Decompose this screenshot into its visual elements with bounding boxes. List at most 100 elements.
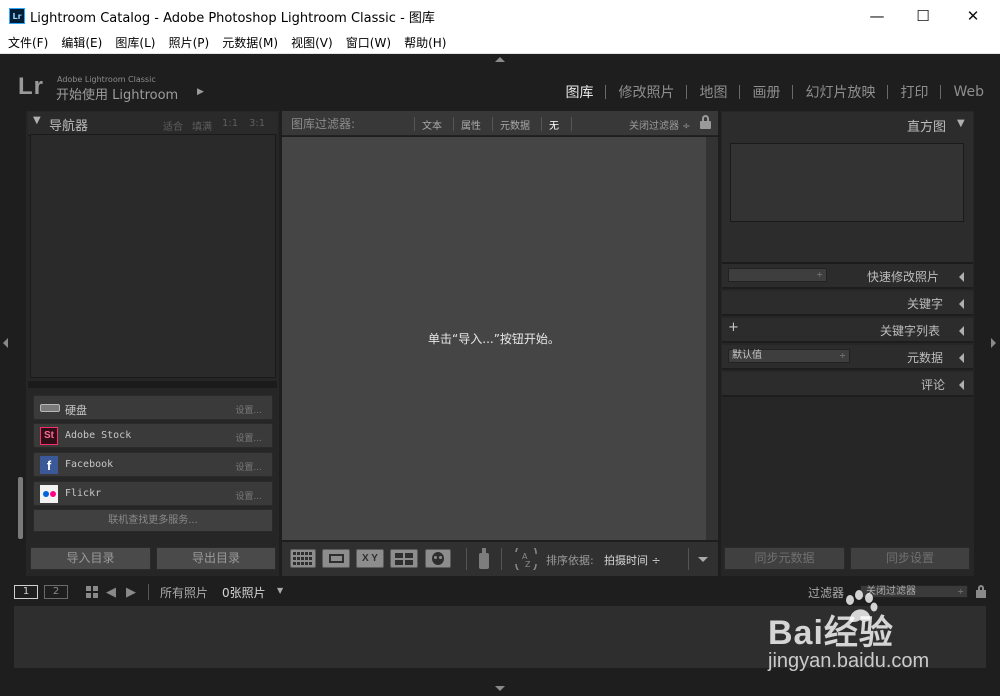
filter-text[interactable]: 文本 [422, 117, 442, 132]
zoom-1-1[interactable]: 1:1 [222, 118, 238, 129]
sort-order-dropdown[interactable]: 拍摄时间 ÷ [604, 552, 661, 568]
quick-develop-title: 快速修改照片 [867, 270, 940, 284]
menu-library[interactable]: 图库(L) [111, 32, 159, 54]
close-button[interactable]: ✕ [950, 0, 996, 32]
menu-help[interactable]: 帮助(H) [400, 32, 450, 54]
filter-none[interactable]: 无 [549, 117, 559, 132]
quick-develop-preset-dropdown[interactable]: ÷ [728, 268, 827, 282]
zoom-fit[interactable]: 适合 [163, 118, 183, 133]
filmstrip-lock-icon[interactable] [976, 585, 986, 598]
survey-view-icon[interactable] [390, 549, 418, 568]
forward-arrow-icon[interactable]: ▶ [126, 585, 136, 600]
grid-shortcut-icon[interactable] [86, 586, 99, 599]
toolbar-separator [466, 548, 467, 570]
import-button[interactable]: 导入目录 [30, 547, 151, 570]
filter-attribute[interactable]: 属性 [461, 117, 481, 132]
publish-service-hard-drive[interactable]: 硬盘 设置... [33, 395, 273, 420]
export-button[interactable]: 导出目录 [156, 547, 276, 570]
get-started-arrow-icon[interactable]: ▶ [197, 87, 204, 97]
filter-metadata[interactable]: 元数据 [500, 117, 530, 132]
left-panel-toggle-icon[interactable] [3, 338, 8, 348]
publish-service-name: Adobe Stock [65, 430, 132, 441]
navigator-title: 导航器 [49, 119, 89, 134]
quick-develop-expand-icon[interactable] [959, 272, 964, 282]
keyword-list-expand-icon[interactable] [959, 326, 964, 336]
module-map[interactable]: 地图 [687, 82, 739, 102]
metadata-preset-dropdown[interactable]: 默认值 ÷ [728, 349, 850, 363]
histogram-chart[interactable] [730, 143, 964, 222]
menu-view[interactable]: 视图(V) [287, 32, 337, 54]
grid-scrollbar[interactable] [706, 137, 718, 540]
metadata-preset-value: 默认值 [732, 350, 762, 361]
publish-service-setup[interactable]: 设置... [235, 403, 262, 416]
grid-view-icon[interactable] [290, 549, 316, 568]
right-panel-toggle-icon[interactable] [991, 338, 996, 348]
publish-service-name: 硬盘 [65, 404, 87, 417]
compare-view-icon[interactable]: X Y [356, 549, 384, 568]
publish-service-setup[interactable]: 设置... [235, 489, 262, 502]
navigator-preview[interactable] [30, 134, 276, 378]
filmstrip-toggle-icon[interactable] [495, 686, 505, 691]
sync-metadata-button[interactable]: 同步元数据 [724, 547, 845, 570]
filter-separator [571, 117, 572, 131]
second-window-button[interactable]: 2 [44, 585, 68, 599]
publish-service-facebook[interactable]: f Facebook 设置... [33, 452, 273, 477]
module-picker: 图库 修改照片 地图 画册 幻灯片放映 打印 Web [553, 82, 986, 102]
maximize-button[interactable]: ☐ [900, 0, 946, 32]
publish-service-adobe-stock[interactable]: St Adobe Stock 设置... [33, 423, 273, 448]
module-book[interactable]: 画册 [740, 82, 792, 102]
back-arrow-icon[interactable]: ◀ [106, 585, 116, 600]
histogram-toggle-icon[interactable]: ▼ [957, 118, 965, 129]
sync-settings-button[interactable]: 同步设置 [850, 547, 970, 570]
zoom-3-1[interactable]: 3:1 [249, 118, 265, 129]
publish-service-setup[interactable]: 设置... [235, 431, 262, 444]
publish-service-setup[interactable]: 设置... [235, 460, 262, 473]
module-develop[interactable]: 修改照片 [606, 82, 686, 102]
publish-service-name: Facebook [65, 459, 114, 470]
toolbar-separator [688, 548, 689, 570]
get-started-label[interactable]: 开始使用 Lightroom [56, 84, 178, 103]
keywording-expand-icon[interactable] [959, 299, 964, 309]
add-keyword-icon[interactable]: + [728, 320, 739, 335]
minimize-button[interactable]: — [854, 0, 900, 32]
filter-separator [414, 117, 415, 131]
module-library[interactable]: 图库 [553, 82, 605, 102]
metadata-expand-icon[interactable] [959, 353, 964, 363]
adobe-stock-icon: St [40, 427, 58, 445]
histogram-title: 直方图 [907, 120, 947, 135]
empty-catalog-message: 单击“导入...”按钮开始。 [428, 332, 560, 346]
navigator-toggle-icon[interactable]: ▼ [33, 115, 41, 126]
toolbar-options-icon[interactable] [698, 557, 708, 562]
loupe-view-icon[interactable] [322, 549, 350, 568]
left-panel-scrollbar[interactable] [18, 477, 23, 539]
comments-expand-icon[interactable] [959, 380, 964, 390]
filter-separator [541, 117, 542, 131]
filmstrip-source[interactable]: 所有照片 [160, 584, 208, 601]
top-panel-toggle-icon[interactable] [495, 57, 505, 62]
zoom-fill[interactable]: 填满 [192, 118, 212, 133]
filter-separator [453, 117, 454, 131]
filmstrip-photo-count: 0张照片 [222, 586, 266, 600]
module-slideshow[interactable]: 幻灯片放映 [793, 82, 887, 102]
menu-metadata[interactable]: 元数据(M) [218, 32, 282, 54]
publish-service-flickr[interactable]: Flickr 设置... [33, 481, 273, 506]
module-print[interactable]: 打印 [888, 82, 940, 102]
main-window-button[interactable]: 1 [14, 585, 38, 599]
people-view-icon[interactable] [425, 549, 451, 568]
menu-photo[interactable]: 照片(P) [165, 32, 214, 54]
metadata-title: 元数据 [907, 351, 944, 365]
module-web[interactable]: Web [941, 84, 986, 100]
sort-direction-icon[interactable]: A Z [512, 542, 540, 575]
filter-preset-dropdown[interactable]: 关闭过滤器 ÷ [629, 117, 691, 132]
painter-spray-icon[interactable] [478, 548, 490, 570]
window-title: Lightroom Catalog - Adobe Photoshop Ligh… [30, 11, 435, 26]
find-more-services-button[interactable]: 联机查找更多服务... [33, 509, 273, 532]
keyword-list-title: 关键字列表 [880, 324, 941, 338]
filter-lock-icon[interactable] [700, 115, 711, 130]
filmstrip-source-dropdown-icon[interactable]: ▼ [277, 586, 283, 595]
menu-window[interactable]: 窗口(W) [342, 32, 395, 54]
menu-file[interactable]: 文件(F) [4, 32, 52, 54]
watermark-brand: Bai经验 [768, 614, 894, 652]
menu-edit[interactable]: 编辑(E) [57, 32, 106, 54]
publish-service-name: Flickr [65, 488, 102, 499]
